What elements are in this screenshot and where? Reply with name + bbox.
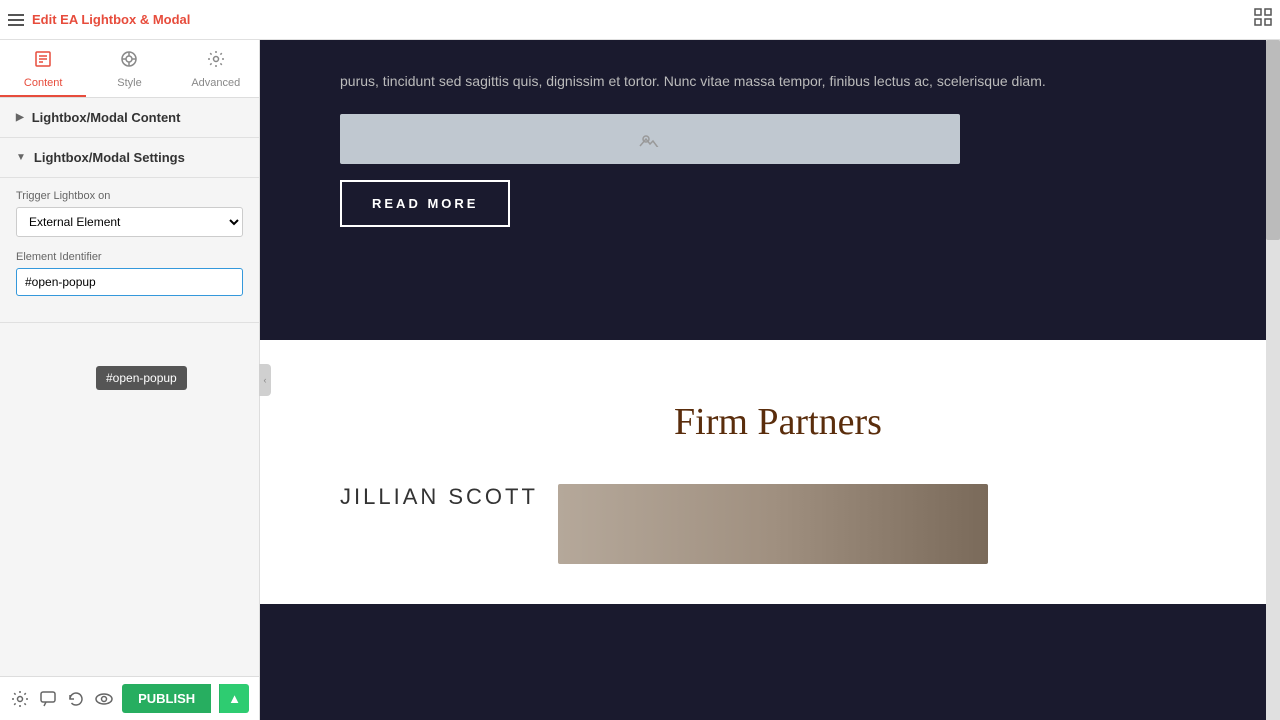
- read-more-button[interactable]: READ MORE: [340, 180, 510, 227]
- tab-content[interactable]: Content: [0, 40, 86, 97]
- section-lightbox-content-label: Lightbox/Modal Content: [32, 110, 181, 125]
- tab-advanced-label: Advanced: [191, 77, 240, 89]
- identifier-group: Element Identifier: [16, 251, 243, 296]
- firm-partners-title: Firm Partners: [340, 400, 1216, 444]
- comments-button[interactable]: [38, 684, 58, 714]
- partner-row: JILLIAN SCOTT: [340, 484, 1216, 564]
- tab-style[interactable]: Style: [86, 40, 172, 97]
- editor-title: Edit EA Lightbox & Modal: [32, 12, 190, 27]
- tab-style-label: Style: [117, 77, 141, 89]
- tab-content-label: Content: [24, 77, 63, 89]
- scrollbar-thumb[interactable]: [1266, 40, 1280, 240]
- main-layout: Content Style: [0, 40, 1280, 720]
- publish-button[interactable]: PUBLISH: [122, 684, 211, 713]
- undo-button[interactable]: [66, 684, 86, 714]
- section-lightbox-settings-header[interactable]: ▼ Lightbox/Modal Settings: [0, 138, 259, 178]
- top-bar: Edit EA Lightbox & Modal: [0, 0, 1280, 40]
- collapse-sidebar-handle[interactable]: ‹: [259, 364, 271, 396]
- settings-button[interactable]: [10, 684, 30, 714]
- scrollbar[interactable]: [1266, 40, 1280, 720]
- autocomplete-dropdown[interactable]: #open-popup: [96, 366, 187, 390]
- section-lightbox-settings-body: Trigger Lightbox on External Element Cli…: [0, 178, 259, 323]
- partner-image-placeholder: [558, 484, 988, 564]
- menu-hamburger[interactable]: [8, 14, 24, 26]
- trigger-label: Trigger Lightbox on: [16, 190, 243, 202]
- sidebar-tabs: Content Style: [0, 40, 259, 98]
- content-icon: [34, 50, 52, 73]
- tab-advanced[interactable]: Advanced: [173, 40, 259, 97]
- identifier-label: Element Identifier: [16, 251, 243, 263]
- publish-arrow-button[interactable]: ▲: [219, 684, 249, 713]
- body-text: purus, tincidunt sed sagittis quis, dign…: [340, 70, 1216, 94]
- style-icon: [120, 50, 138, 73]
- identifier-input[interactable]: [16, 268, 243, 296]
- partner-name: JILLIAN SCOTT: [340, 484, 538, 510]
- image-placeholder: [340, 114, 960, 164]
- chevron-down-icon: ▼: [16, 152, 26, 163]
- advanced-icon: [207, 50, 225, 73]
- grid-icon[interactable]: [1254, 8, 1272, 31]
- dark-content-section: purus, tincidunt sed sagittis quis, dign…: [260, 40, 1266, 340]
- section-lightbox-settings-label: Lightbox/Modal Settings: [34, 150, 185, 165]
- autocomplete-suggestion: #open-popup: [106, 371, 177, 385]
- content-area: purus, tincidunt sed sagittis quis, dign…: [260, 40, 1266, 720]
- preview-button[interactable]: [94, 684, 114, 714]
- trigger-select[interactable]: External Element Click Hover Page Load: [16, 207, 243, 237]
- white-content-section: Firm Partners JILLIAN SCOTT: [260, 340, 1266, 604]
- partner-name-text: JILLIAN SCOTT: [340, 484, 538, 509]
- bottom-toolbar: PUBLISH ▲: [0, 676, 259, 720]
- sidebar: Content Style: [0, 40, 260, 720]
- chevron-right-icon: ▶: [16, 112, 24, 123]
- trigger-group: Trigger Lightbox on External Element Cli…: [16, 190, 243, 237]
- section-lightbox-content-header[interactable]: ▶ Lightbox/Modal Content: [0, 98, 259, 138]
